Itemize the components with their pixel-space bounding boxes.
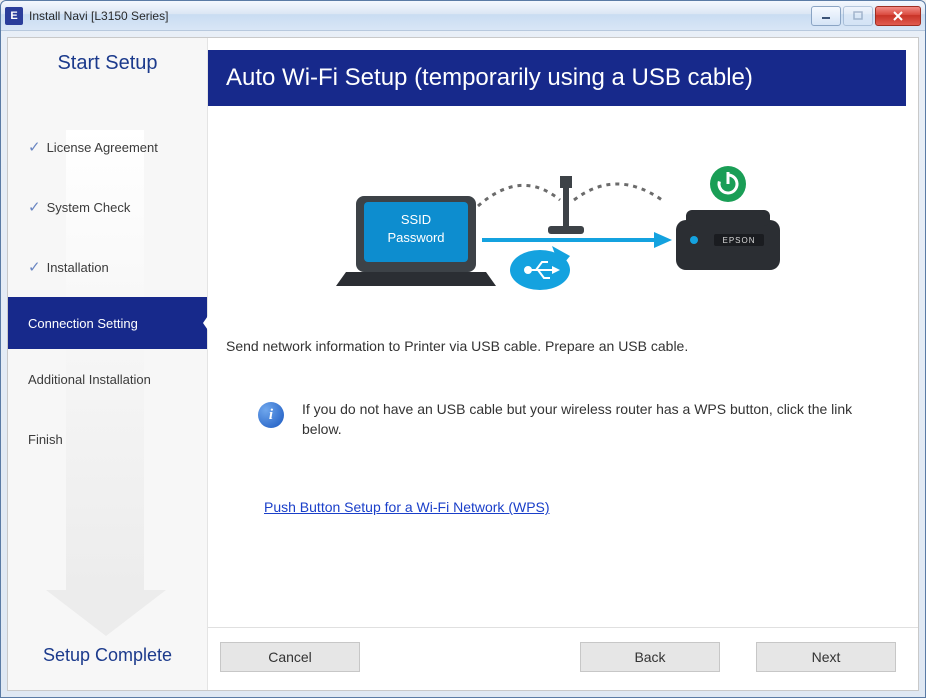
- sidebar-step-installation: ✓ Installation: [8, 237, 207, 297]
- page-title: Auto Wi-Fi Setup (temporarily using a US…: [208, 50, 906, 106]
- sidebar-step-additional: Additional Installation: [8, 349, 207, 409]
- cancel-button[interactable]: Cancel: [220, 642, 360, 672]
- router-icon: [548, 176, 584, 234]
- footer-buttons: Cancel Back Next: [208, 627, 918, 690]
- sidebar-step-license: ✓ License Agreement: [8, 117, 207, 177]
- next-button[interactable]: Next: [756, 642, 896, 672]
- sidebar-step-systemcheck: ✓ System Check: [8, 177, 207, 237]
- check-icon: ✓: [28, 198, 41, 216]
- sidebar-complete-label: Setup Complete: [8, 645, 207, 666]
- step-label: License Agreement: [47, 140, 158, 155]
- wifi-arc-left: [478, 185, 560, 206]
- back-button[interactable]: Back: [580, 642, 720, 672]
- content-area: SSID Password: [208, 106, 918, 627]
- instruction-text: Send network information to Printer via …: [226, 338, 890, 354]
- svg-text:EPSON: EPSON: [722, 236, 755, 245]
- client-area: Start Setup ✓ License Agreement ✓ System…: [7, 37, 919, 691]
- check-icon: ✓: [28, 138, 41, 156]
- wifi-arc-right: [574, 184, 662, 200]
- sidebar: Start Setup ✓ License Agreement ✓ System…: [8, 38, 208, 690]
- sidebar-step-finish: Finish: [8, 409, 207, 469]
- progress-arrow-head: [46, 590, 166, 636]
- printer-icon: EPSON: [676, 210, 780, 270]
- sidebar-step-connection: Connection Setting: [8, 297, 207, 349]
- step-label: System Check: [47, 200, 131, 215]
- minimize-icon: [821, 12, 831, 20]
- minimize-button[interactable]: [811, 6, 841, 26]
- svg-text:Password: Password: [387, 230, 444, 245]
- info-icon: i: [258, 402, 284, 428]
- maximize-button: [843, 6, 873, 26]
- titlebar: E Install Navi [L3150 Series]: [1, 1, 925, 31]
- main-panel: Auto Wi-Fi Setup (temporarily using a US…: [208, 38, 918, 690]
- sidebar-start-label: Start Setup: [8, 38, 207, 83]
- window-title: Install Navi [L3150 Series]: [29, 9, 168, 23]
- check-icon: ✓: [28, 258, 41, 276]
- step-label: Finish: [28, 432, 63, 447]
- laptop-icon: SSID Password: [336, 196, 496, 286]
- close-button[interactable]: [875, 6, 921, 26]
- close-icon: [892, 11, 904, 21]
- app-icon: E: [5, 7, 23, 25]
- info-row: i If you do not have an USB cable but yo…: [258, 400, 884, 439]
- maximize-icon: [853, 11, 863, 20]
- step-label: Connection Setting: [28, 316, 138, 331]
- power-icon: [710, 166, 746, 202]
- sidebar-steps: ✓ License Agreement ✓ System Check ✓ Ins…: [8, 117, 207, 469]
- diagram-svg: SSID Password: [316, 140, 796, 310]
- usb-arrow-icon: [482, 232, 672, 290]
- info-text: If you do not have an USB cable but your…: [302, 400, 884, 439]
- svg-text:SSID: SSID: [401, 212, 431, 227]
- wps-link[interactable]: Push Button Setup for a Wi-Fi Network (W…: [264, 499, 550, 515]
- step-label: Installation: [47, 260, 109, 275]
- connection-diagram: SSID Password: [222, 120, 890, 328]
- installer-window: E Install Navi [L3150 Series] Start Setu…: [0, 0, 926, 698]
- step-label: Additional Installation: [28, 372, 151, 387]
